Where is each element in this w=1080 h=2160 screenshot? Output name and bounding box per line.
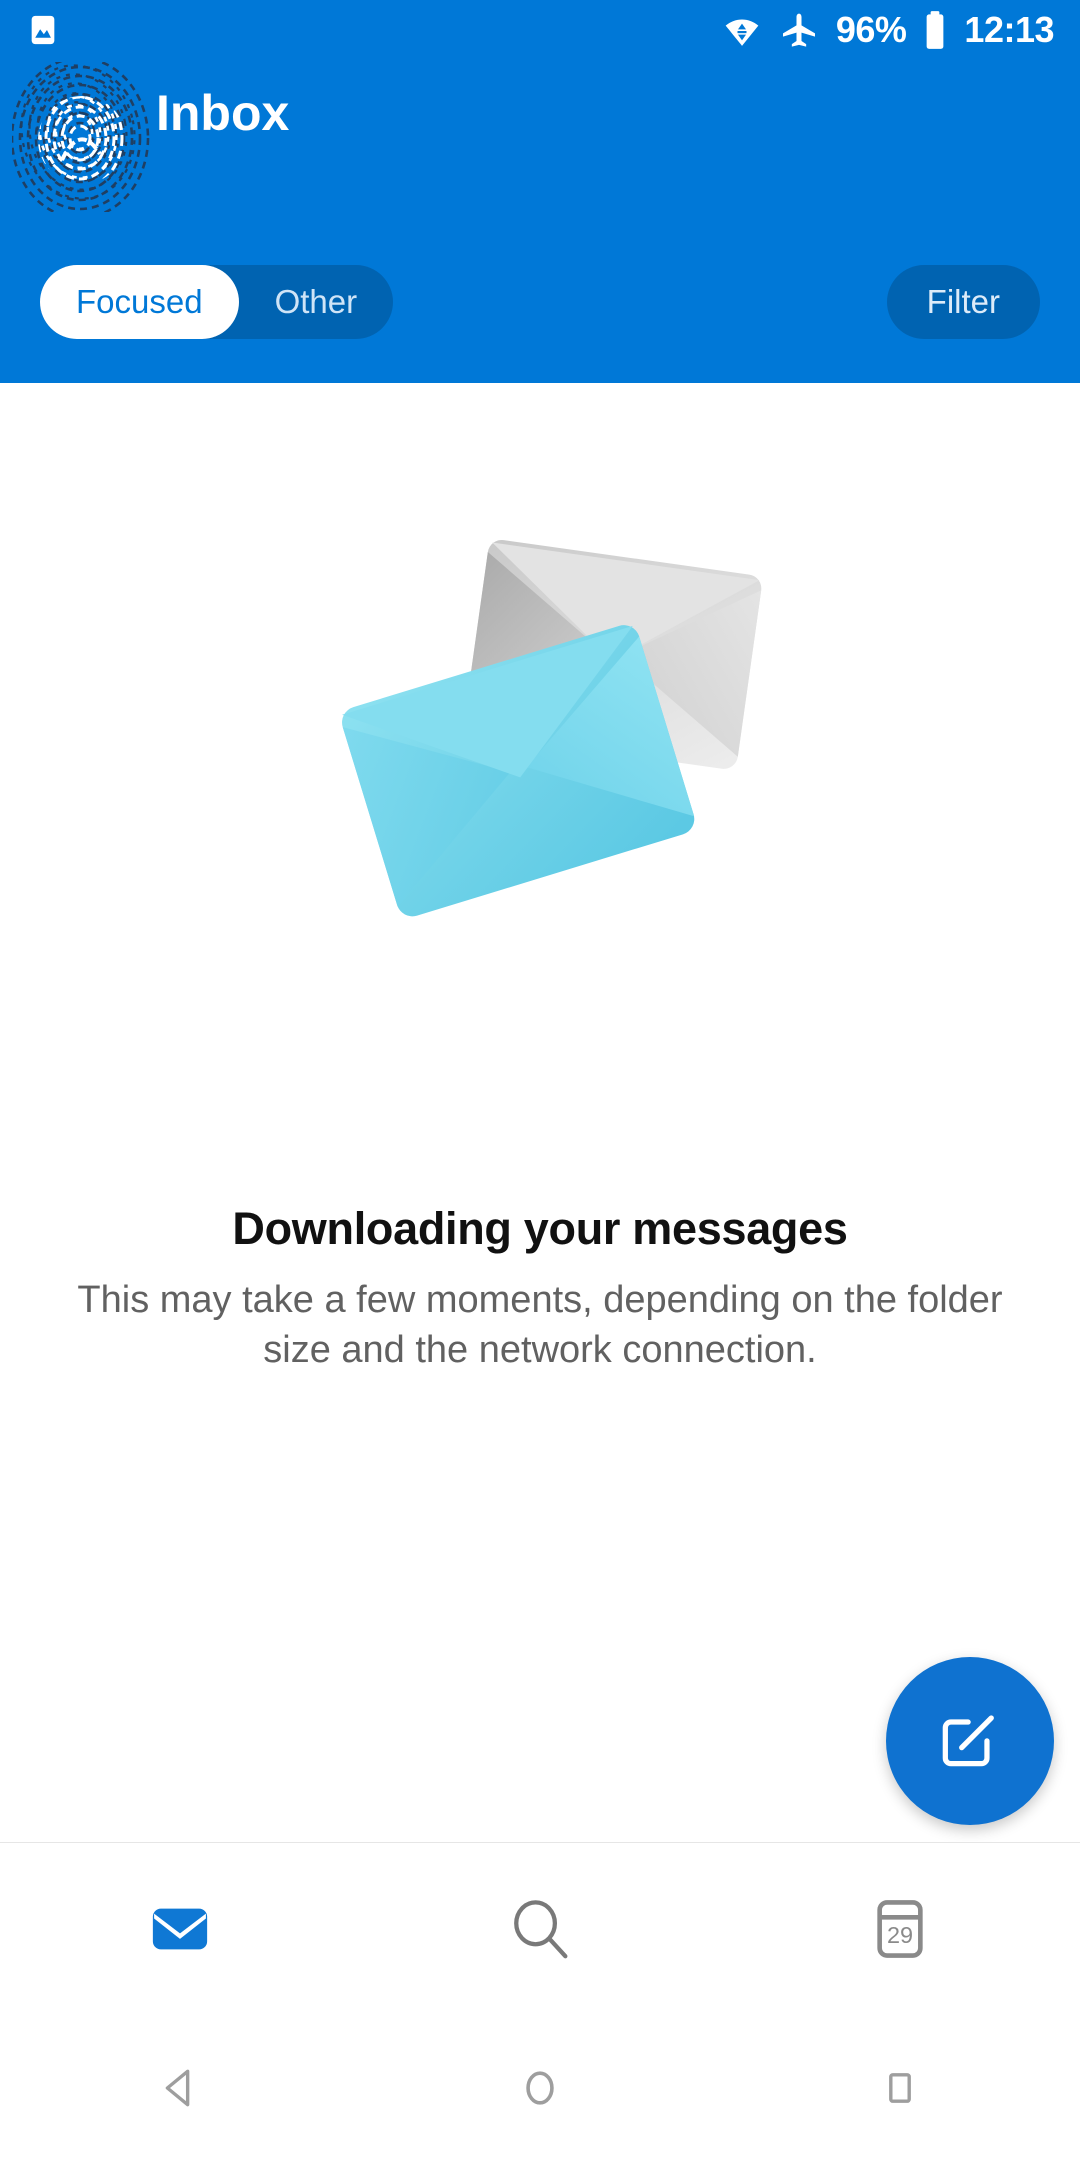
app-header: 96% 12:13 Inbox Focused Other Filter [0, 0, 1080, 383]
compose-icon [933, 1702, 1007, 1781]
wifi-data-transfer-icon [722, 10, 762, 50]
main-content: Downloading your messages This may take … [0, 383, 1080, 1842]
page-title: Inbox [156, 85, 290, 141]
tab-focused[interactable]: Focused [40, 265, 239, 339]
app-screen: 96% 12:13 Inbox Focused Other Filter Dow… [0, 0, 1080, 2160]
battery-full-icon [923, 10, 947, 50]
android-home-button[interactable] [360, 2061, 720, 2120]
filter-button[interactable]: Filter [886, 265, 1040, 339]
home-circle-icon [513, 2061, 567, 2120]
two-envelopes-illustration [260, 468, 820, 938]
image-icon [26, 13, 60, 47]
empty-state-title: Downloading your messages [232, 1203, 848, 1254]
clock-label: 12:13 [964, 9, 1054, 50]
calendar-day-label: 29 [887, 1922, 913, 1948]
mail-icon [143, 1892, 217, 1971]
recents-square-icon [876, 2064, 924, 2117]
bottom-navigation: 29 [0, 1842, 1080, 2020]
nav-item-search[interactable] [360, 1843, 720, 2021]
battery-percent-label: 96% [835, 9, 907, 50]
compose-fab-button[interactable] [886, 1657, 1054, 1825]
status-bar: 96% 12:13 [0, 0, 1080, 60]
tab-other[interactable]: Other [239, 265, 394, 339]
nav-item-mail[interactable] [0, 1843, 360, 2021]
android-recents-button[interactable] [720, 2064, 1080, 2117]
nav-item-calendar[interactable]: 29 [720, 1843, 1080, 2021]
fingerprint-avatar[interactable] [12, 62, 152, 212]
search-icon [502, 1891, 578, 1972]
empty-state-subtitle: This may take a few moments, depending o… [77, 1279, 1003, 1371]
airplane-mode-icon [779, 10, 819, 50]
calendar-icon: 29 [863, 1892, 937, 1971]
pivot-tabs: Focused Other [40, 265, 394, 339]
android-navigation-bar [0, 2020, 1080, 2160]
android-back-button[interactable] [0, 2061, 360, 2120]
back-triangle-icon [153, 2061, 207, 2120]
